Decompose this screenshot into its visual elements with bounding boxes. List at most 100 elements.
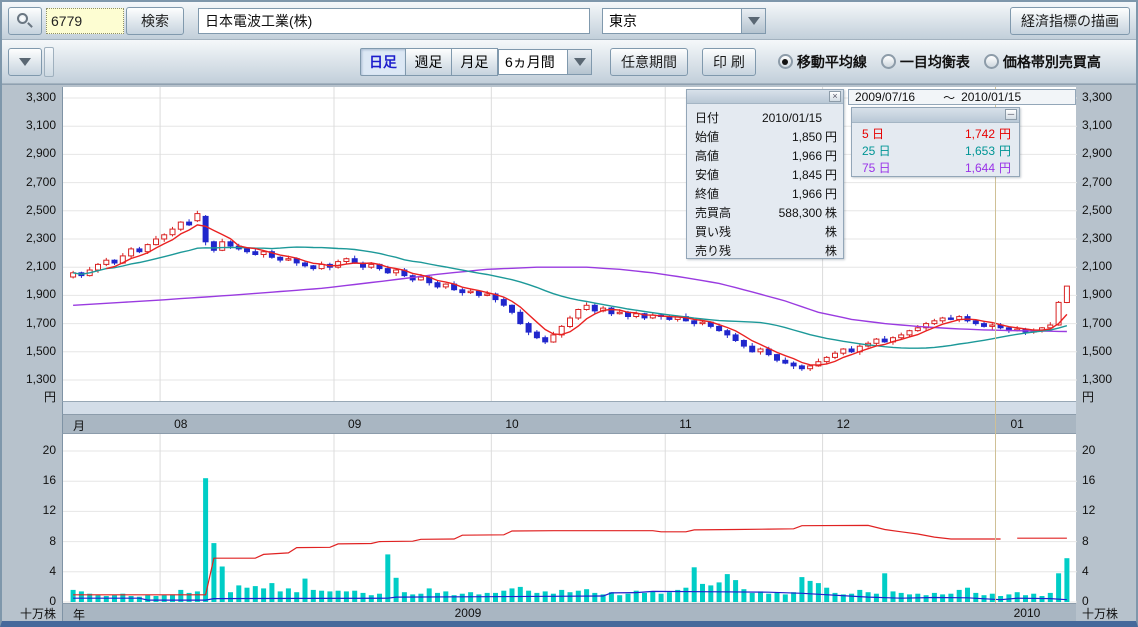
economic-indicator-button[interactable]: 経済指標の描画 — [1010, 7, 1130, 35]
range-start-date: 2009/07/16 — [855, 90, 915, 104]
info-row-日付: 日付2010/01/15 — [695, 108, 837, 127]
overlay-radio-group: 移動平均線 一目均衡表 価格帯別売買高 — [778, 52, 1101, 72]
ma-legend-row-75日: 75 日1,644円 — [862, 159, 1011, 176]
price-axis-unit-left: 円 — [4, 388, 56, 405]
chevron-down-icon — [574, 58, 586, 66]
price-axis-tick-right: 2,300 — [1082, 231, 1112, 245]
chevron-down-icon — [748, 17, 760, 25]
price-axis-tick-left: 2,100 — [4, 259, 56, 273]
price-axis-tick-right: 1,700 — [1082, 316, 1112, 330]
exchange-dropdown-button[interactable] — [741, 9, 765, 33]
price-axis-unit-right: 円 — [1082, 388, 1094, 405]
date-range-bar[interactable]: 2009/07/16 ～ 2010/01/15 — [848, 89, 1076, 105]
price-axis-tick-right: 2,700 — [1082, 175, 1112, 189]
info-row-高値: 高値1,966円 — [695, 146, 837, 165]
month-label-11: 11 — [679, 417, 691, 431]
price-axis-tick-right: 2,100 — [1082, 259, 1112, 273]
timeframe-tabs: 日足 週足 月足 — [360, 48, 498, 76]
price-axis-tick-left: 1,500 — [4, 344, 56, 358]
period-combobox[interactable]: 6ヵ月間 — [498, 49, 592, 75]
scroll-strip — [62, 401, 1076, 414]
period-dropdown-button[interactable] — [567, 50, 591, 74]
price-axis-tick-right: 2,900 — [1082, 146, 1112, 160]
chevron-down-icon — [19, 58, 31, 66]
minimize-icon[interactable]: ─ — [1005, 109, 1017, 120]
price-axis-tick-left: 1,900 — [4, 287, 56, 301]
price-axis-tick-left: 1,300 — [4, 372, 56, 386]
volume-axis-tick-left: 4 — [4, 564, 56, 578]
info-panel-titlebar[interactable]: × — [687, 90, 843, 104]
ma-value: 1,653 — [904, 144, 995, 158]
tab-daily[interactable]: 日足 — [360, 48, 406, 76]
price-axis-tick-left: 2,300 — [4, 231, 56, 245]
toolbar-bottom: 日足 週足 月足 6ヵ月間 任意期間 印 刷 移動平均線 一目均衡表 価格帯別売… — [2, 40, 1136, 84]
price-axis-tick-left: 3,100 — [4, 118, 56, 132]
legend-panel-titlebar[interactable]: ─ — [852, 108, 1019, 123]
info-label: 高値 — [695, 147, 747, 164]
ma-legend-row-5日: 5 日1,742円 — [862, 125, 1011, 142]
ma-unit: 円 — [995, 125, 1011, 142]
volume-axis-tick-right: 20 — [1082, 443, 1095, 457]
period-value: 6ヵ月間 — [499, 50, 567, 74]
ma-period-label: 75 日 — [862, 159, 904, 176]
info-label: 売り残 — [695, 242, 747, 259]
tab-weekly[interactable]: 週足 — [406, 48, 452, 76]
exchange-value: 東京 — [603, 9, 741, 33]
chart-area: 月080910111201 年20092010 3,3003,3003,1003… — [2, 84, 1136, 621]
info-unit: 株 — [822, 242, 837, 259]
tab-monthly[interactable]: 月足 — [452, 48, 498, 76]
info-value: 588,300 — [747, 206, 822, 220]
stock-name-field[interactable] — [198, 8, 590, 34]
info-value: 1,850 — [747, 130, 822, 144]
radio-label: 移動平均線 — [797, 52, 867, 72]
radio-ichimoku[interactable]: 一目均衡表 — [881, 52, 970, 72]
year-axis-header: 年 — [73, 606, 85, 623]
info-value: 1,966 — [747, 149, 822, 163]
price-axis-tick-left: 2,700 — [4, 175, 56, 189]
price-axis-tick-right: 1,300 — [1082, 372, 1112, 386]
year-label-2010: 2010 — [1014, 606, 1041, 620]
toolbar-divider-handle[interactable] — [44, 47, 54, 77]
month-label-12: 12 — [837, 417, 850, 431]
stock-search-icon-button[interactable] — [8, 7, 42, 35]
month-label-09: 09 — [348, 417, 361, 431]
ohlc-info-panel: × 日付2010/01/15始値1,850円高値1,966円安値1,845円終値… — [686, 89, 844, 259]
exchange-combobox[interactable]: 東京 — [602, 8, 766, 34]
info-row-始値: 始値1,850円 — [695, 127, 837, 146]
info-unit: 株 — [822, 223, 837, 240]
info-value: 1,966 — [747, 187, 822, 201]
volume-axis-tick-left: 12 — [4, 503, 56, 517]
stock-code-input[interactable] — [46, 8, 124, 34]
info-value: 2010/01/15 — [747, 111, 822, 125]
close-icon[interactable]: × — [829, 91, 841, 102]
info-unit: 円 — [822, 147, 837, 164]
radio-volume-by-price[interactable]: 価格帯別売買高 — [984, 52, 1101, 72]
ma-period-label: 25 日 — [862, 142, 904, 159]
range-separator: ～ — [943, 89, 955, 106]
search-button[interactable]: 検索 — [126, 7, 184, 35]
volume-chart-plot[interactable] — [62, 434, 1076, 603]
radio-icon — [984, 54, 999, 69]
info-label: 始値 — [695, 128, 747, 145]
stock-chart-window: 検索 東京 経済指標の描画 日足 週足 月足 6ヵ月間 任意期間 印 刷 移動平… — [0, 0, 1138, 627]
info-label: 買い残 — [695, 223, 747, 240]
custom-range-button[interactable]: 任意期間 — [610, 48, 688, 76]
radio-moving-average[interactable]: 移動平均線 — [778, 52, 867, 72]
info-label: 日付 — [695, 109, 747, 126]
print-button[interactable]: 印 刷 — [702, 48, 756, 76]
info-row-売買高: 売買高588,300株 — [695, 203, 837, 222]
volume-axis-tick-left: 8 — [4, 534, 56, 548]
info-label: 売買高 — [695, 204, 747, 221]
info-value: 1,845 — [747, 168, 822, 182]
ma-value: 1,644 — [904, 161, 995, 175]
volume-axis-tick-right: 8 — [1082, 534, 1089, 548]
price-axis-tick-left: 2,900 — [4, 146, 56, 160]
month-label-08: 08 — [174, 417, 187, 431]
ma-period-label: 5 日 — [862, 125, 904, 142]
year-label-2009: 2009 — [455, 606, 482, 620]
ma-legend-panel: ─ 5 日1,742円25 日1,653円 75 日1,644円 — [851, 107, 1020, 177]
volume-axis-unit-left: 十万株 — [4, 605, 56, 622]
price-axis-tick-right: 2,500 — [1082, 203, 1112, 217]
dropdown-arrow-button[interactable] — [8, 48, 42, 76]
month-label-10: 10 — [505, 417, 518, 431]
